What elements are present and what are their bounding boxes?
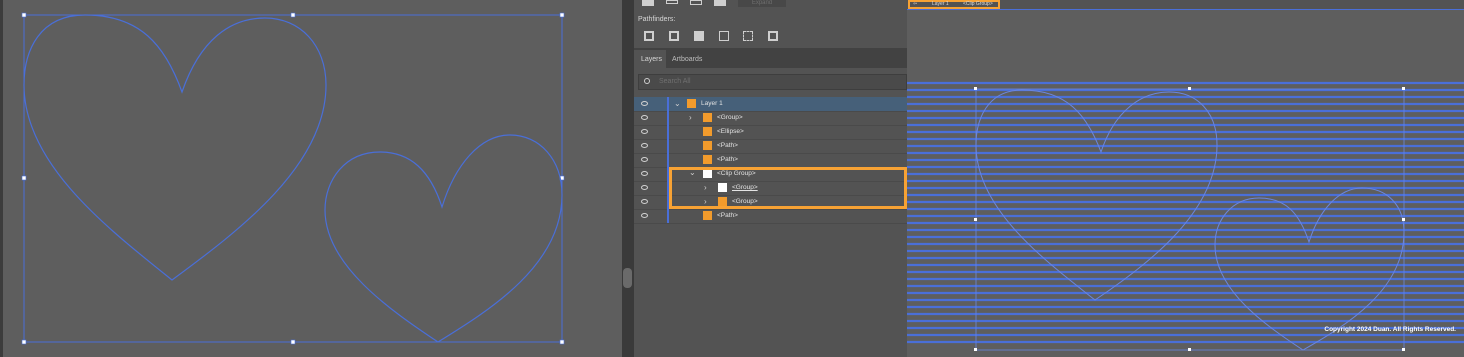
layer-label: <Path> [717, 156, 738, 163]
visibility-eye-icon[interactable] [641, 143, 648, 148]
pathfinders-label: Pathfinders: [638, 16, 676, 23]
search-placeholder: Search All [659, 78, 691, 85]
expand-button[interactable]: Expand [738, 0, 786, 7]
layer-row-path[interactable] [634, 209, 907, 224]
visibility-eye-icon[interactable] [641, 101, 648, 106]
divide-icon[interactable] [644, 31, 654, 41]
shape-mode-unite-icon[interactable] [642, 0, 654, 6]
visibility-eye-icon[interactable] [641, 213, 648, 218]
chevron-down-icon[interactable]: ⌄ [674, 100, 681, 108]
shape-mode-minus-front-icon[interactable] [666, 0, 678, 4]
visibility-eye-icon[interactable] [641, 171, 648, 176]
visibility-eye-icon[interactable] [641, 115, 648, 120]
canvas-preview[interactable]: ⇦ Layer 1 <Clip Group> Copyright 2024 Du… [907, 0, 1464, 357]
layer-thumbnail [703, 127, 712, 136]
copyright-watermark: Copyright 2024 Duan. All Rights Reserved… [1324, 326, 1456, 333]
tab-artboards[interactable]: Artboards [672, 56, 702, 63]
layer-row-group[interactable] [634, 111, 907, 126]
visibility-eye-icon[interactable] [641, 129, 648, 134]
merge-icon[interactable] [694, 31, 704, 41]
layer-label: Layer 1 [701, 100, 723, 107]
visibility-eye-icon[interactable] [641, 199, 648, 204]
layer-row-ellipse[interactable] [634, 125, 907, 140]
layer-thumbnail [703, 141, 712, 150]
chevron-right-icon[interactable]: › [689, 114, 692, 122]
layer-row-path[interactable] [634, 153, 907, 168]
scrollbar[interactable] [622, 0, 634, 357]
layer-thumbnail [703, 211, 712, 220]
shape-mode-intersect-icon[interactable] [690, 0, 702, 5]
stripes-and-hearts[interactable] [907, 0, 1464, 357]
layer-label: <Path> [717, 212, 738, 219]
layer-label: <Path> [717, 142, 738, 149]
search-icon [644, 78, 650, 84]
trim-icon[interactable] [669, 31, 679, 41]
tab-layers[interactable]: Layers [641, 56, 662, 63]
shape-mode-exclude-icon[interactable] [714, 0, 726, 6]
panels-area: Expand Pathfinders: Layers Artboards Sea… [622, 0, 907, 357]
visibility-eye-icon[interactable] [641, 157, 648, 162]
minus-back-icon[interactable] [768, 31, 778, 41]
layer-row-path[interactable] [634, 139, 907, 154]
heart-shapes[interactable] [0, 0, 622, 357]
crop-icon[interactable] [719, 31, 729, 41]
layer-label: <Group> [717, 114, 743, 121]
clip-group-highlight [669, 167, 907, 209]
layer-thumbnail [687, 99, 696, 108]
layer-label: <Ellipse> [717, 128, 744, 135]
layer-thumbnail [703, 155, 712, 164]
outline-icon[interactable] [743, 31, 753, 41]
artboard-canvas[interactable] [0, 0, 622, 357]
layer-thumbnail [703, 113, 712, 122]
scrollbar-thumb[interactable] [623, 268, 632, 288]
visibility-eye-icon[interactable] [641, 185, 648, 190]
